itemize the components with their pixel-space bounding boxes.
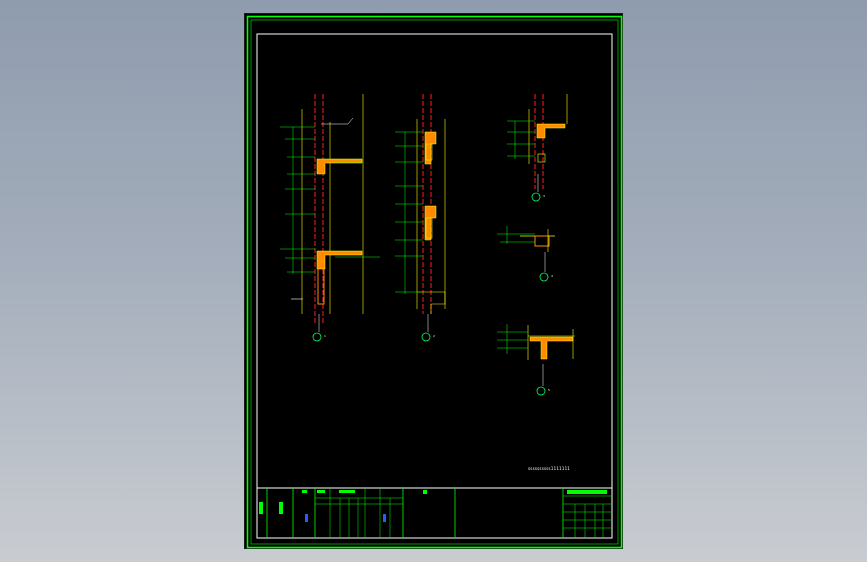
detail-2-section — [395, 94, 446, 342]
detail-3-section — [507, 94, 568, 202]
detail-marker-4: 4 — [551, 274, 553, 278]
drawing-border — [256, 33, 613, 539]
detail-marker-2: 2 — [433, 334, 435, 338]
drawing-sheet: ssssssssss1111111 1 2 3 4 5 — [244, 13, 623, 549]
detail-1-section — [280, 94, 380, 342]
cad-viewport[interactable]: ssssssssss1111111 1 2 3 4 5 — [0, 0, 867, 562]
detail-4-section — [497, 226, 555, 282]
detail-marker-5: 5 — [548, 388, 550, 392]
detail-marker-1: 1 — [324, 334, 326, 338]
title-block — [257, 487, 612, 538]
detail-marker-3: 3 — [543, 194, 545, 198]
detail-5-section — [497, 324, 575, 396]
sheet-note: ssssssssss1111111 — [528, 466, 571, 471]
